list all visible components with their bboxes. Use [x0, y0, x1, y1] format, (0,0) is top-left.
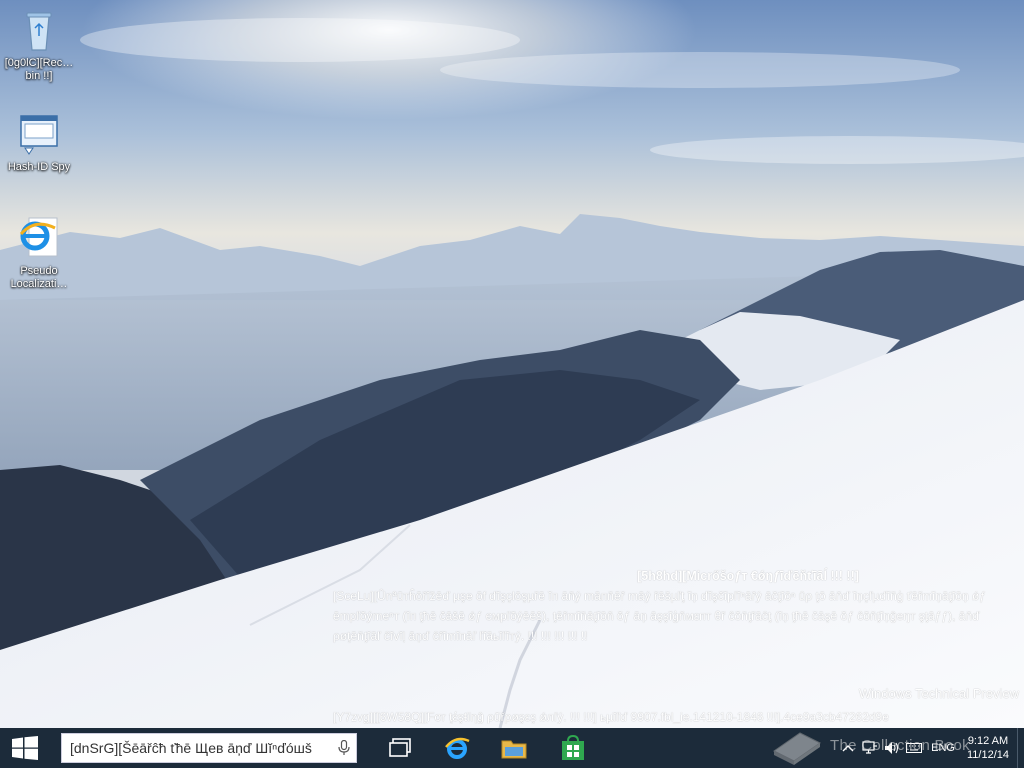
- tray-expand-icon[interactable]: [837, 728, 859, 768]
- recycle-bin-shortcut[interactable]: [0g0lC][Rec… bin !!]: [0, 6, 78, 83]
- internet-explorer-icon: [445, 737, 470, 759]
- confidential-body: [SceLu][Ûnªūтĥōřĭžēď µşe ōf ďĭşçlōşµřē ĭ…: [333, 589, 986, 643]
- recycle-bin-icon: [26, 12, 52, 51]
- start-button[interactable]: [0, 728, 50, 768]
- technical-preview-label: Windows Technical Preview: [858, 686, 1019, 701]
- search-box[interactable]: [61, 733, 357, 763]
- hash-id-spy-icon: [20, 115, 58, 155]
- show-desktop-button[interactable]: [1017, 728, 1024, 768]
- file-explorer-icon: [501, 740, 527, 759]
- desktop[interactable]: [0g0lC][Rec… bin !!] Hash-ID Spy Pseudo …: [0, 0, 1024, 728]
- store-icon: [562, 735, 584, 760]
- microphone-icon[interactable]: [332, 740, 356, 756]
- clock-date: 11/12/14: [966, 749, 1009, 761]
- system-tray: ENG 9:12 AM 11/12/14: [837, 728, 1024, 768]
- confidential-notice: [5h8hd][Micrőšoƒт €ǿŋƒīďēňťīāĺ !!! !!] […: [333, 566, 1023, 646]
- task-view-button[interactable]: [376, 728, 424, 768]
- hash-id-spy-shortcut[interactable]: Hash-ID Spy: [0, 110, 78, 174]
- pseudo-localization-shortcut[interactable]: Pseudo Localizati…: [0, 214, 78, 291]
- recycle-bin-label: [0g0lC][Rec… bin !!]: [4, 57, 74, 82]
- pseudo-localization-label: Pseudo Localizati…: [10, 265, 68, 290]
- internet-explorer-icon: [19, 217, 58, 257]
- search-input[interactable]: [62, 735, 332, 761]
- taskbar: ENG 9:12 AM 11/12/14: [0, 728, 1024, 768]
- hash-id-spy-label: Hash-ID Spy: [7, 161, 71, 173]
- build-info-label: [Y7zvg][[6W58Q][Fσr ţέşŧïηĝ ρŭřρøşεş ǿлľ…: [333, 710, 889, 724]
- clock-time: 9:12 AM: [967, 735, 1009, 747]
- volume-icon[interactable]: [881, 728, 903, 768]
- windows-logo-icon: [12, 736, 38, 760]
- input-language-indicator[interactable]: ENG: [925, 742, 961, 754]
- clock[interactable]: 9:12 AM 11/12/14: [961, 734, 1017, 762]
- network-icon[interactable]: [859, 728, 881, 768]
- store-taskbar-button[interactable]: [549, 728, 597, 768]
- keyboard-icon[interactable]: [903, 728, 925, 768]
- internet-explorer-taskbar-button[interactable]: [433, 728, 481, 768]
- confidential-title: [5h8hd][Micrőšoƒт €ǿŋƒīďēňťīāĺ !!! !!]: [637, 569, 859, 583]
- task-view-icon: [389, 738, 411, 757]
- file-explorer-taskbar-button[interactable]: [490, 728, 538, 768]
